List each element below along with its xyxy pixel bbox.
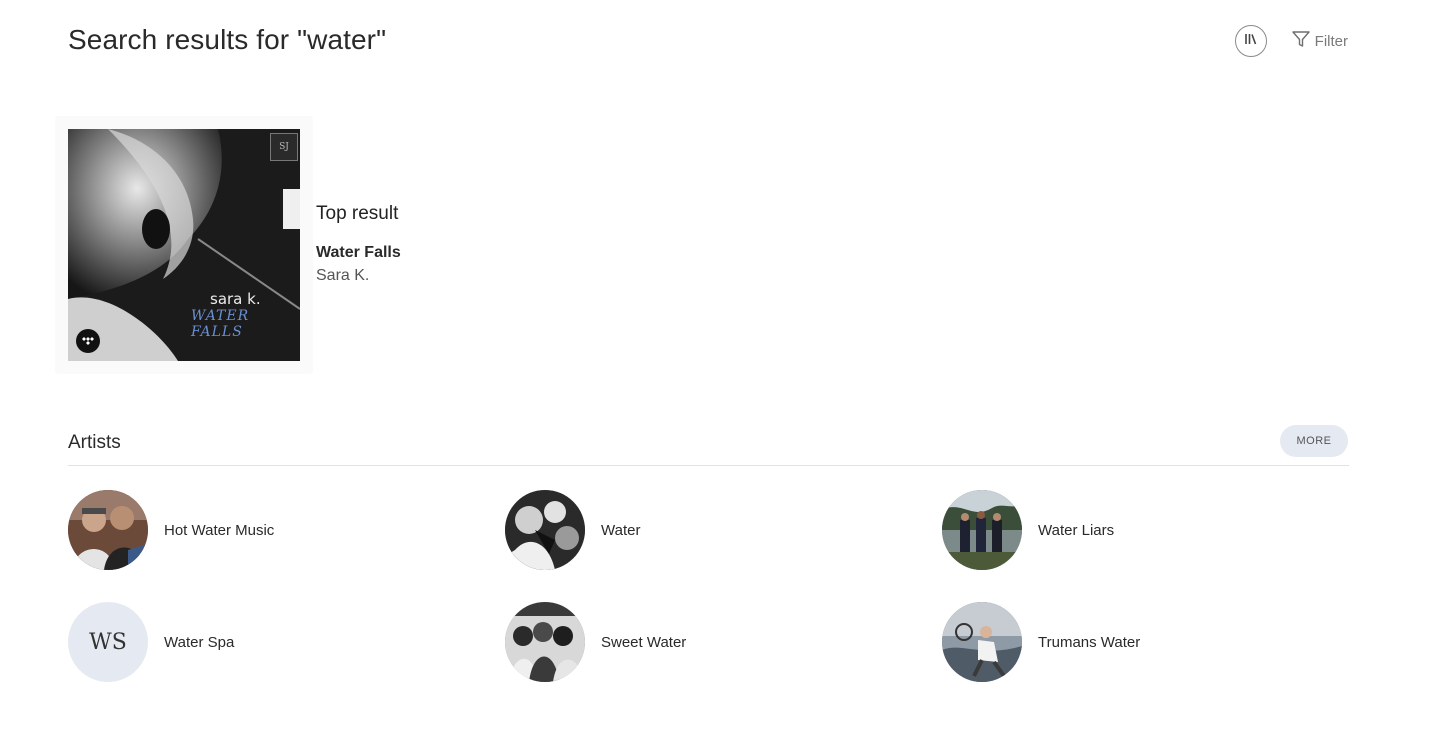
artist-avatar-initials: WS: [68, 602, 148, 682]
artist-name: Water Liars: [1038, 521, 1115, 539]
artist-avatar: [942, 490, 1022, 570]
artist-item[interactable]: Trumans Water: [942, 602, 1368, 682]
artist-name: Water: [601, 521, 641, 539]
artist-name: Trumans Water: [1038, 633, 1141, 651]
artist-avatar: [505, 602, 585, 682]
cover-album-text: WATER FALLS: [191, 308, 250, 340]
artist-avatar: [942, 602, 1022, 682]
artists-more-button[interactable]: MORE: [1280, 425, 1348, 457]
top-result-artist[interactable]: Sara K.: [316, 267, 369, 285]
record-label-logo: SJ: [270, 133, 298, 161]
library-button[interactable]: [1234, 25, 1267, 57]
top-result-cover[interactable]: SJ sara k. WATER FALLS: [68, 129, 300, 361]
filter-button[interactable]: Filter: [1291, 29, 1348, 53]
artist-item[interactable]: Sweet Water: [505, 602, 942, 682]
artist-name: Hot Water Music: [164, 521, 275, 539]
artist-item[interactable]: WS Water Spa: [68, 602, 505, 682]
cover-artist-text: sara k.: [210, 290, 261, 308]
artist-name: Water Spa: [164, 633, 235, 651]
artist-item[interactable]: Hot Water Music: [68, 490, 505, 570]
tidal-icon: [76, 329, 100, 353]
filter-icon: [1291, 29, 1315, 53]
top-result-title[interactable]: Water Falls: [316, 244, 401, 262]
artist-name: Sweet Water: [601, 633, 687, 651]
header-actions: Filter: [1234, 25, 1348, 57]
top-result-heading: Top result: [316, 203, 399, 224]
artist-grid: Hot Water Music Water Water Liars WS Wat…: [68, 490, 1368, 682]
search-results-page: Search results for "water" Filter SJ sar…: [0, 0, 1451, 738]
section-divider: [68, 465, 1349, 466]
artist-avatar: [68, 490, 148, 570]
library-icon: [1244, 32, 1258, 51]
artist-avatar: [505, 490, 585, 570]
filter-label: Filter: [1314, 32, 1348, 50]
artist-item[interactable]: Water: [505, 490, 942, 570]
artist-item[interactable]: Water Liars: [942, 490, 1368, 570]
artists-heading: Artists: [68, 432, 121, 453]
page-title: Search results for "water": [68, 24, 387, 55]
